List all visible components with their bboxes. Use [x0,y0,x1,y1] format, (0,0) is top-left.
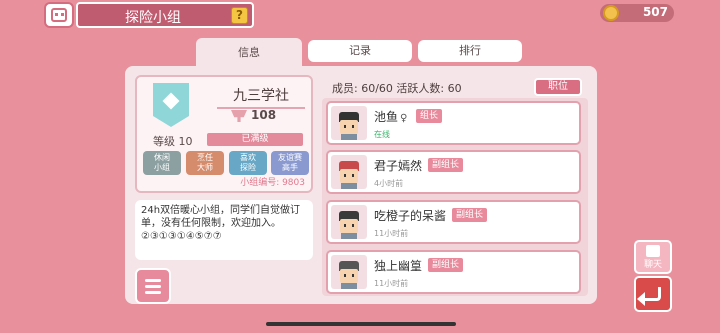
profile-button[interactable] [44,2,74,28]
tab-info[interactable]: 信息 [196,38,302,68]
coin-icon [603,5,619,21]
page-title-bar: 探险小组 ? [76,2,254,28]
members-summary: 成员: 60/60 活跃人数: 60 [332,82,462,95]
avatar [331,106,367,140]
chat-icon [646,245,660,257]
member-status: 在线 [374,130,390,139]
member-list[interactable]: 池鱼 ♀ 组长 在线 君子嫣然 副组长 4小时前 吃橙子的呆酱 副组长 11小时前… [322,98,588,296]
club-level: 等级 10 [153,135,193,148]
club-name: 九三学社 [217,85,305,109]
club-description: 24h双倍暖心小组，同学们自觉做订单，没有任何限制，欢迎加入。②③①③①④⑤⑦⑦ [135,200,313,260]
avatar [331,155,367,189]
help-icon[interactable]: ? [231,7,248,24]
role-badge: 副组长 [452,208,488,222]
top-title-group: 探险小组 ? [44,2,254,28]
member-status: 11小时前 [374,279,409,288]
avatar-icon [51,8,67,22]
chat-label: 聊天 [643,260,662,270]
tab-rank[interactable]: 排行 [418,40,522,62]
position-button[interactable]: 职位 [534,78,582,96]
club-tag-casual: 休闲 小组 [143,151,181,175]
trophy-icon [231,110,247,122]
trophy-count: 108 [251,108,277,122]
chat-button[interactable]: 聊天 [634,240,672,274]
home-indicator[interactable] [266,322,456,326]
club-tag-friendly-match: 友谊赛 高手 [271,151,309,175]
club-emblem-icon [153,83,189,127]
member-name: 独上幽篁 [374,259,423,273]
list-item[interactable]: 君子嫣然 副组长 4小时前 [326,150,581,194]
level-status: 已满级 [241,134,269,144]
role-badge: 副组长 [428,158,464,172]
member-name: 吃橙子的呆酱 [374,209,447,223]
level-progress-bar: 已满级 [207,133,303,146]
club-info-card: 九三学社 108 等级 10 已满级 休闲 小组 烹任 大师 喜欢 探险 友谊赛… [135,75,313,193]
list-item[interactable]: 吃橙子的呆酱 副组长 11小时前 [326,200,581,244]
list-item[interactable]: 独上幽篁 副组长 11小时前 [326,250,581,294]
page-title: 探险小组 [125,10,181,26]
menu-button[interactable] [135,268,171,304]
tab-record[interactable]: 记录 [308,40,412,62]
club-tag-explore: 喜欢 探险 [229,151,267,175]
back-button[interactable] [634,276,672,312]
club-tag-cooking: 烹任 大师 [186,151,224,175]
member-name: 君子嫣然 [374,159,423,173]
coin-counter: 507 [600,4,674,22]
member-status: 4小时前 [374,179,404,188]
coin-value: 507 [642,5,668,19]
back-arrow-icon [637,287,661,306]
member-name: 池鱼 ♀ [374,110,408,124]
member-status: 11小时前 [374,229,409,238]
list-item[interactable]: 池鱼 ♀ 组长 在线 [326,101,581,145]
role-badge: 组长 [416,109,443,123]
role-badge: 副组长 [428,258,464,272]
menu-icon [145,279,161,282]
club-id: 小组编号: 9803 [240,178,305,188]
avatar [331,255,367,289]
avatar [331,205,367,239]
